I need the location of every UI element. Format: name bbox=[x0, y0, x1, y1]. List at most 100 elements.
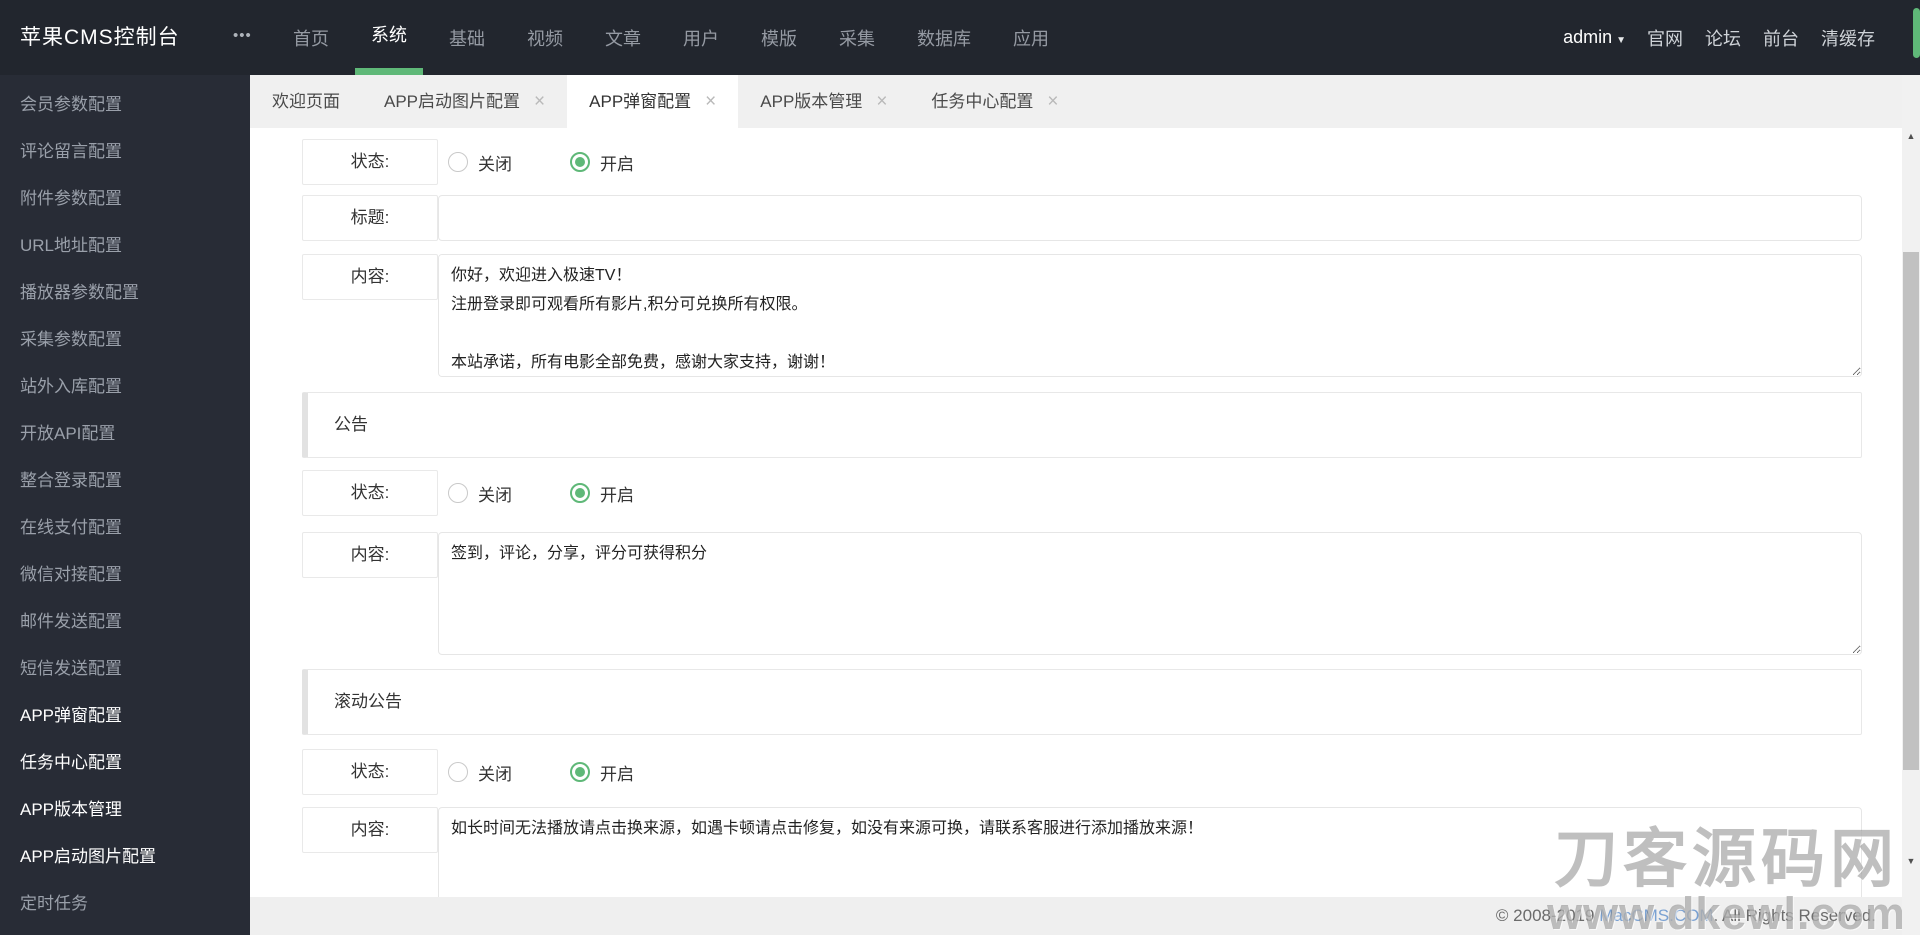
sidebar-item-url-config[interactable]: URL地址配置 bbox=[0, 222, 250, 269]
nav-item-home[interactable]: 首页 bbox=[277, 0, 345, 75]
content-label: 内容: bbox=[302, 532, 438, 578]
radio-on[interactable] bbox=[570, 152, 590, 172]
popup-status-radio-group: 关闭 开启 bbox=[448, 139, 634, 185]
close-icon[interactable]: × bbox=[534, 92, 545, 111]
radio-off[interactable] bbox=[448, 152, 468, 172]
tab-app-version[interactable]: APP版本管理 × bbox=[738, 75, 909, 128]
notice-content-row: 内容: 签到，评论，分享，评分可获得积分 bbox=[302, 532, 1862, 655]
tab-label: APP启动图片配置 bbox=[384, 92, 521, 111]
radio-off-label[interactable]: 关闭 bbox=[478, 481, 512, 506]
tab-label: 欢迎页面 bbox=[272, 92, 340, 111]
content-label: 内容: bbox=[302, 807, 438, 853]
scroll-notice-section-header: 滚动公告 bbox=[302, 669, 1862, 735]
footer-copyright: © 2008-2019 MacCMS.COM. All Rights Reser… bbox=[250, 897, 1902, 935]
status-label: 状态: bbox=[302, 139, 438, 185]
tab-task-center-config[interactable]: 任务中心配置 × bbox=[909, 75, 1080, 128]
radio-on-label[interactable]: 开启 bbox=[600, 150, 634, 175]
caret-down-icon: ▼ bbox=[1616, 35, 1626, 46]
radio-on-label[interactable]: 开启 bbox=[600, 760, 634, 785]
scrollbar-header-track bbox=[1902, 0, 1920, 75]
sidebar-item-email-config[interactable]: 邮件发送配置 bbox=[0, 598, 250, 645]
sidebar-item-attachment-config[interactable]: 附件参数配置 bbox=[0, 175, 250, 222]
radio-on[interactable] bbox=[570, 762, 590, 782]
content-label: 内容: bbox=[302, 254, 438, 300]
popup-content-row: 内容: 你好，欢迎进入极速TV！ 注册登录即可观看所有影片,积分可兑换所有权限。… bbox=[302, 254, 1862, 377]
notice-section-header: 公告 bbox=[302, 392, 1862, 458]
nav-item-system[interactable]: 系统 bbox=[355, 0, 423, 75]
sidebar-item-payment-config[interactable]: 在线支付配置 bbox=[0, 504, 250, 551]
radio-off-label[interactable]: 关闭 bbox=[478, 760, 512, 785]
popup-title-input[interactable] bbox=[438, 195, 1862, 241]
sidebar-item-cron-task[interactable]: 定时任务 bbox=[0, 880, 250, 927]
top-header: 苹果CMS控制台 ••• 首页 系统 基础 视频 文章 用户 模版 采集 数据库… bbox=[0, 0, 1920, 75]
popup-status-row: 状态: 关闭 开启 bbox=[302, 139, 1862, 185]
scrollbar-green-thumb[interactable] bbox=[1913, 8, 1920, 58]
sidebar-item-sms-config[interactable]: 短信发送配置 bbox=[0, 645, 250, 692]
radio-on[interactable] bbox=[570, 483, 590, 503]
nav-item-template[interactable]: 模版 bbox=[745, 0, 813, 75]
sidebar-item-offsite-config[interactable]: 站外入库配置 bbox=[0, 363, 250, 410]
scroll-up-arrow[interactable]: ▲ bbox=[1902, 131, 1920, 141]
tab-welcome[interactable]: 欢迎页面 bbox=[250, 75, 362, 128]
more-dots-icon[interactable]: ••• bbox=[233, 0, 252, 75]
nav-item-article[interactable]: 文章 bbox=[589, 0, 657, 75]
link-clear-cache[interactable]: 清缓存 bbox=[1810, 25, 1886, 51]
radio-off-label[interactable]: 关闭 bbox=[478, 150, 512, 175]
sidebar-item-app-splash-config[interactable]: APP启动图片配置 bbox=[0, 833, 250, 880]
maccms-link[interactable]: MacCMS.COM bbox=[1599, 906, 1713, 925]
nav-item-apps[interactable]: 应用 bbox=[997, 0, 1065, 75]
tab-label: 任务中心配置 bbox=[931, 92, 1034, 111]
sidebar-item-app-version[interactable]: APP版本管理 bbox=[0, 786, 250, 833]
title-label: 标题: bbox=[302, 195, 438, 241]
close-icon[interactable]: × bbox=[1047, 92, 1058, 111]
sidebar-menu: 会员参数配置 评论留言配置 附件参数配置 URL地址配置 播放器参数配置 采集参… bbox=[0, 75, 250, 927]
app-popup-config-panel: 状态: 关闭 开启 标题: 内容: 你好，欢迎进入极速TV！ 注册登录即可观看所… bbox=[250, 128, 1902, 935]
notice-content-textarea[interactable]: 签到，评论，分享，评分可获得积分 bbox=[438, 532, 1862, 655]
header-right: admin ▼ 官网 论坛 前台 清缓存 bbox=[1563, 0, 1886, 75]
radio-off[interactable] bbox=[448, 483, 468, 503]
tab-bar: 欢迎页面 APP启动图片配置 × APP弹窗配置 × APP版本管理 × 任务中… bbox=[250, 75, 1902, 128]
sidebar-item-player-config[interactable]: 播放器参数配置 bbox=[0, 269, 250, 316]
link-official-site[interactable]: 官网 bbox=[1636, 25, 1694, 51]
link-forum[interactable]: 论坛 bbox=[1694, 25, 1752, 51]
app-title: 苹果CMS控制台 bbox=[20, 26, 180, 49]
user-menu[interactable]: admin ▼ bbox=[1563, 27, 1626, 48]
scrollbar[interactable]: ▲ ▼ bbox=[1902, 0, 1920, 935]
content-field-wrap: 你好，欢迎进入极速TV！ 注册登录即可观看所有影片,积分可兑换所有权限。 本站承… bbox=[438, 254, 1862, 382]
nav-item-video[interactable]: 视频 bbox=[511, 0, 579, 75]
notice-status-row: 状态: 关闭 开启 bbox=[302, 470, 1862, 516]
sidebar-item-comment-config[interactable]: 评论留言配置 bbox=[0, 128, 250, 175]
nav-item-basic[interactable]: 基础 bbox=[433, 0, 501, 75]
tab-app-splash-config[interactable]: APP启动图片配置 × bbox=[362, 75, 567, 128]
nav-item-user[interactable]: 用户 bbox=[667, 0, 735, 75]
sidebar: 会员参数配置 评论留言配置 附件参数配置 URL地址配置 播放器参数配置 采集参… bbox=[0, 75, 250, 935]
status-label: 状态: bbox=[302, 470, 438, 516]
popup-title-row: 标题: bbox=[302, 195, 1862, 241]
sidebar-item-open-api-config[interactable]: 开放API配置 bbox=[0, 410, 250, 457]
scrollbar-thumb[interactable] bbox=[1903, 252, 1919, 770]
scroll-down-arrow[interactable]: ▼ bbox=[1902, 856, 1920, 866]
popup-content-textarea[interactable]: 你好，欢迎进入极速TV！ 注册登录即可观看所有影片,积分可兑换所有权限。 本站承… bbox=[438, 254, 1862, 377]
sidebar-item-task-center-config[interactable]: 任务中心配置 bbox=[0, 739, 250, 786]
radio-on-label[interactable]: 开启 bbox=[600, 481, 634, 506]
main-nav: 首页 系统 基础 视频 文章 用户 模版 采集 数据库 应用 bbox=[272, 0, 1070, 75]
close-icon[interactable]: × bbox=[876, 92, 887, 111]
tab-app-popup-config[interactable]: APP弹窗配置 × bbox=[567, 75, 739, 128]
sidebar-item-login-config[interactable]: 整合登录配置 bbox=[0, 457, 250, 504]
sidebar-item-wechat-config[interactable]: 微信对接配置 bbox=[0, 551, 250, 598]
tab-label: APP版本管理 bbox=[760, 92, 863, 111]
nav-item-collect[interactable]: 采集 bbox=[823, 0, 891, 75]
sidebar-item-collect-config[interactable]: 采集参数配置 bbox=[0, 316, 250, 363]
nav-item-database[interactable]: 数据库 bbox=[901, 0, 987, 75]
status-label: 状态: bbox=[302, 749, 438, 795]
link-frontend[interactable]: 前台 bbox=[1752, 25, 1810, 51]
sidebar-item-member-params[interactable]: 会员参数配置 bbox=[0, 81, 250, 128]
scroll-notice-status-radio-group: 关闭 开启 bbox=[448, 749, 634, 795]
scroll-notice-status-row: 状态: 关闭 开启 bbox=[302, 749, 1862, 795]
user-name: admin bbox=[1563, 27, 1613, 47]
copyright-prefix: © 2008-2019 bbox=[1495, 906, 1600, 925]
radio-off[interactable] bbox=[448, 762, 468, 782]
close-icon[interactable]: × bbox=[705, 92, 716, 111]
copyright-suffix: . All Rights Reserved. bbox=[1713, 906, 1876, 925]
sidebar-item-app-popup-config[interactable]: APP弹窗配置 bbox=[0, 692, 250, 739]
